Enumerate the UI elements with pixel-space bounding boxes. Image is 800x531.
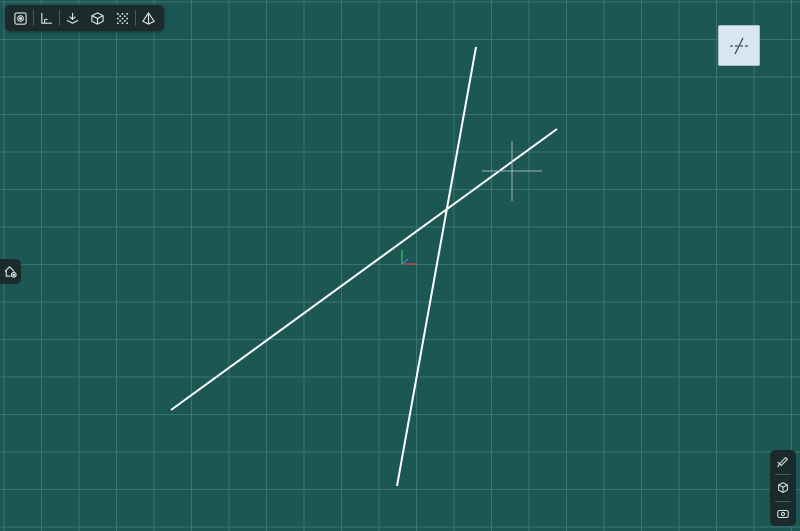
home-settings-button[interactable] <box>0 259 21 284</box>
camera-view-button[interactable] <box>772 503 794 525</box>
cube-settings-button[interactable] <box>772 477 794 499</box>
edit-pencil-icon <box>777 456 789 468</box>
cube-button[interactable] <box>85 6 110 30</box>
layer-down-button[interactable] <box>60 6 85 30</box>
view-cube[interactable] <box>718 25 760 66</box>
panel-separator <box>775 500 791 502</box>
ortho-button[interactable] <box>34 6 59 30</box>
ortho-corner-icon <box>41 12 53 24</box>
layer-down-icon <box>66 12 79 24</box>
line-intersect-icon <box>730 37 748 54</box>
snap-target-button[interactable] <box>8 6 33 30</box>
edit-button[interactable] <box>772 451 794 473</box>
grid-dots-icon <box>116 12 129 24</box>
snap-target-icon <box>14 11 27 25</box>
bottom-right-panel <box>770 450 796 526</box>
panel-separator <box>775 474 791 476</box>
grid-dots-button[interactable] <box>110 6 135 30</box>
drawing-canvas[interactable] <box>0 0 800 531</box>
cube-settings-icon <box>778 482 788 493</box>
pyramid-button[interactable] <box>136 6 161 30</box>
cube-icon <box>91 11 104 25</box>
pyramid-icon <box>142 11 155 25</box>
drawn-line-2[interactable] <box>396 46 477 487</box>
camera-view-icon <box>777 510 789 519</box>
house-settings-icon <box>4 266 17 278</box>
grid <box>0 0 800 531</box>
origin-axes <box>401 250 418 265</box>
top-toolbar <box>5 5 164 31</box>
